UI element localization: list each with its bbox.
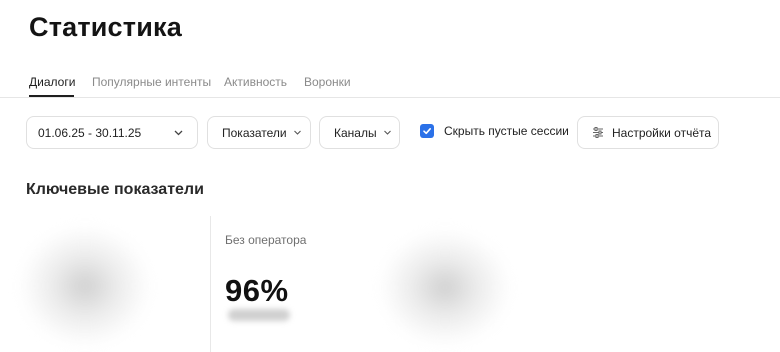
blurred-kpi-card-left xyxy=(20,226,150,346)
sliders-icon xyxy=(592,127,604,138)
filter-bar: 01.06.25 - 30.11.25 Показатели Каналы Ск… xyxy=(0,116,780,149)
hide-empty-sessions-checkbox[interactable] xyxy=(420,124,434,138)
tab-bar: Диалоги Популярные интенты Активность Во… xyxy=(0,66,780,98)
tab-dialogs[interactable]: Диалоги xyxy=(29,75,75,89)
chevron-down-icon xyxy=(173,127,184,141)
chevron-down-icon xyxy=(383,126,392,140)
page-title: Статистика xyxy=(29,12,182,42)
channels-dropdown[interactable]: Каналы xyxy=(319,116,400,149)
kpi-without-operator-label: Без оператора xyxy=(225,233,307,247)
chevron-down-icon xyxy=(293,126,302,140)
metrics-dropdown-label: Показатели xyxy=(222,125,287,140)
key-metrics-title: Ключевые показатели xyxy=(26,181,204,198)
metrics-dropdown[interactable]: Показатели xyxy=(207,116,311,149)
active-tab-indicator xyxy=(29,95,74,97)
report-settings-button[interactable]: Настройки отчёта xyxy=(577,116,719,149)
checkmark-icon xyxy=(423,128,431,135)
date-range-value: 01.06.25 - 30.11.25 xyxy=(38,125,142,140)
blurred-kpi-card-right xyxy=(380,230,510,345)
kpi-blurred-subtext xyxy=(228,309,290,321)
tab-activity[interactable]: Активность xyxy=(224,75,287,89)
date-range-picker[interactable]: 01.06.25 - 30.11.25 xyxy=(26,116,198,149)
tab-funnels[interactable]: Воронки xyxy=(304,75,351,89)
hide-empty-sessions-toggle[interactable]: Скрыть пустые сессии xyxy=(420,124,569,138)
hide-empty-sessions-label: Скрыть пустые сессии xyxy=(444,124,569,138)
report-settings-label: Настройки отчёта xyxy=(612,125,712,140)
kpi-without-operator-value: 96% xyxy=(225,273,289,308)
tab-popular-intents[interactable]: Популярные интенты xyxy=(92,75,211,89)
kpi-divider xyxy=(210,216,211,352)
channels-dropdown-label: Каналы xyxy=(334,125,377,140)
